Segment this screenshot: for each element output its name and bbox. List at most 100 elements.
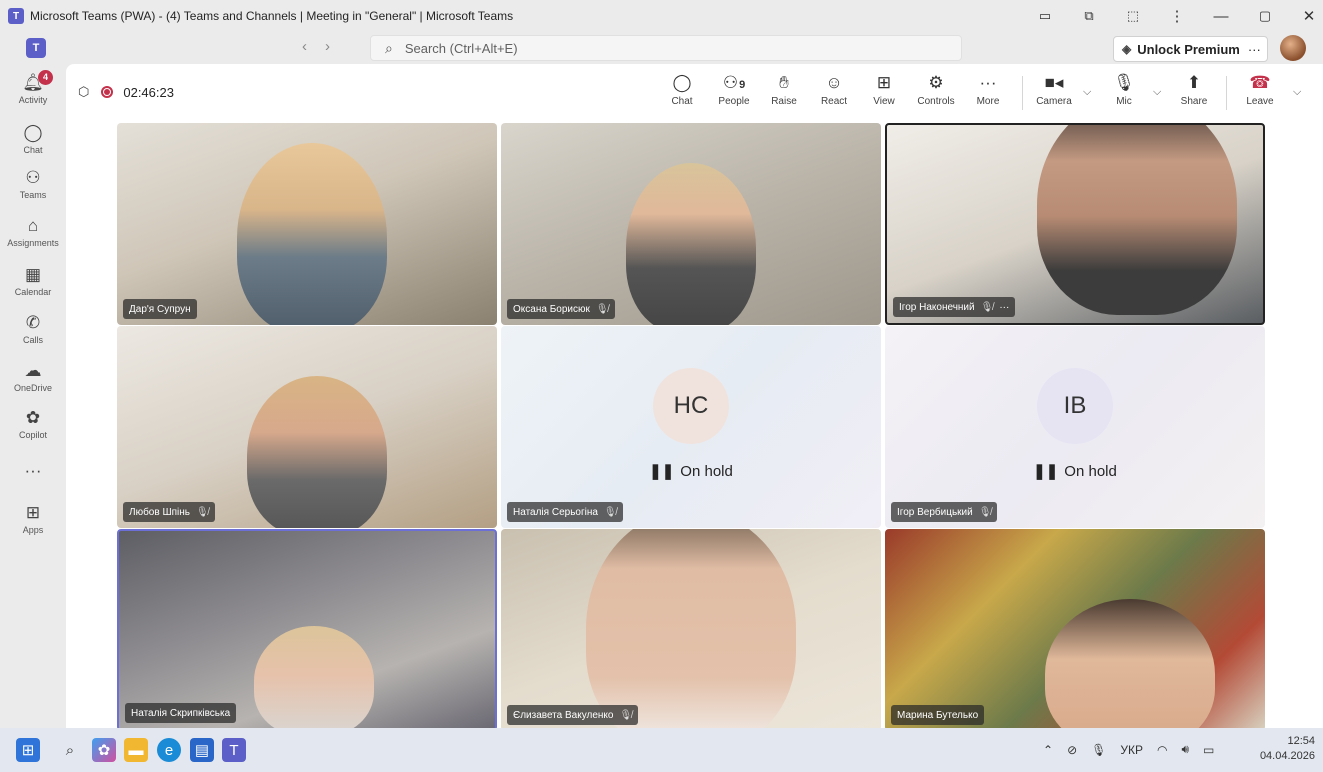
participant-tile[interactable]: Марина Бутелько <box>885 529 1265 731</box>
edge-browser-icon[interactable]: e <box>157 738 181 762</box>
mic-muted-icon: 🎙︎̸ <box>595 303 609 315</box>
camera-options-chevron-icon[interactable]: ⌵ <box>1083 86 1091 99</box>
chevron-up-icon[interactable]: ⌃ <box>1043 743 1053 757</box>
grid-icon: ⊞ <box>876 73 892 92</box>
camera-button[interactable]: ■◂ Camera <box>1032 72 1076 107</box>
mic-muted-icon: 🎙︎̸ <box>603 506 617 518</box>
mic-label: Mic <box>1116 96 1132 107</box>
share-button[interactable]: ⬆ Share <box>1172 72 1216 107</box>
pause-icon: ❚❚ <box>1033 463 1059 480</box>
rail-item-more[interactable]: ··· <box>0 462 66 483</box>
participant-name: Наталія Серьогіна <box>513 506 598 518</box>
teams-icon: ⚇ <box>25 168 41 187</box>
camera-app-icon[interactable]: ▭ <box>1023 8 1067 24</box>
copilot-icon: ✿ <box>25 408 41 427</box>
participant-name: Дар'я Супрун <box>129 303 191 315</box>
participant-video <box>1037 125 1237 315</box>
back-arrow-icon[interactable]: ‹ <box>302 38 325 55</box>
participant-tile-on-hold[interactable]: ІВ ❚❚ On hold Ігор Вербицький 🎙︎̸ <box>885 326 1265 528</box>
minimize-button[interactable]: — <box>1199 8 1243 25</box>
rail-label: Calls <box>22 335 43 345</box>
copilot-taskbar-icon[interactable]: ✿ <box>92 738 116 762</box>
user-avatar[interactable] <box>1280 35 1306 61</box>
participant-name: Ігор Наконечний <box>899 301 975 313</box>
participant-name-tag: Єлизавета Вакуленко 🎙︎̸ <box>507 705 639 725</box>
rail-label: Chat <box>23 145 43 155</box>
rail-label: Activity <box>18 95 48 105</box>
participant-name: Оксана Борисюк <box>513 303 590 315</box>
history-arrows: ‹› <box>302 38 348 55</box>
participant-video <box>254 626 374 729</box>
participant-video <box>1045 599 1215 731</box>
search-input[interactable]: ⌕ Search (Ctrl+Alt+E) <box>370 35 962 61</box>
battery-icon[interactable]: ▭ <box>1203 743 1214 757</box>
phone-icon: ✆ <box>25 313 41 332</box>
participant-tile[interactable]: Дар'я Супрун <box>117 123 497 325</box>
rail-item-calls[interactable]: ✆ Calls <box>0 313 66 346</box>
file-explorer-icon[interactable]: ▬ <box>124 738 148 762</box>
participant-video <box>237 143 387 325</box>
leave-button[interactable]: ☎ Leave <box>1238 72 1282 107</box>
calendar-icon: ▦ <box>24 265 42 284</box>
participant-name-tag: Ігор Наконечний 🎙︎̸ ··· <box>893 297 1016 317</box>
windows-start-icon[interactable]: ⊞ <box>16 738 40 762</box>
participant-tile[interactable]: Любов Шпінь 🎙︎̸ <box>117 326 497 528</box>
input-language[interactable]: УКР <box>1120 743 1143 757</box>
people-button[interactable]: ⚇9 People <box>712 72 756 107</box>
view-label: View <box>873 96 895 107</box>
participant-tile[interactable]: Єлизавета Вакуленко 🎙︎̸ <box>501 529 881 731</box>
rail-item-chat[interactable]: ◯ Chat <box>0 124 66 156</box>
chat-button[interactable]: ◯ Chat <box>660 72 704 107</box>
leave-options-chevron-icon[interactable]: ⌵ <box>1293 86 1301 99</box>
controls-button[interactable]: ⚙ Controls <box>914 72 958 107</box>
rail-item-onedrive[interactable]: ☁ OneDrive <box>0 362 66 394</box>
window-title-bar: T Microsoft Teams (PWA) - (4) Teams and … <box>0 0 1323 32</box>
restore-button[interactable]: ▢ <box>1243 8 1287 24</box>
participant-name-tag: Наталія Серьогіна 🎙︎̸ <box>507 502 623 522</box>
extensions-icon[interactable]: ⬚ <box>1111 8 1155 24</box>
more-button[interactable]: ··· More <box>966 72 1010 107</box>
translate-icon[interactable]: ⧉ <box>1067 8 1111 24</box>
participant-tile-active-speaker[interactable]: Ігор Наконечний 🎙︎̸ ··· <box>885 123 1265 325</box>
wifi-icon[interactable]: ◠ <box>1157 743 1167 757</box>
participant-tile-speaking[interactable]: Наталія Скрипківська <box>117 529 497 731</box>
react-button[interactable]: ☺ React <box>812 72 856 107</box>
rail-item-copilot[interactable]: ✿ Copilot <box>0 408 66 441</box>
rail-label: Calendar <box>14 287 52 297</box>
on-hold-label: On hold <box>680 463 733 480</box>
search-icon[interactable]: ⌕ <box>58 738 82 762</box>
microphone-tray-icon[interactable]: 🎙︎ <box>1091 743 1106 757</box>
forward-arrow-icon[interactable]: › <box>325 38 348 55</box>
mic-muted-icon: 🎙︎̸ <box>619 709 633 721</box>
tile-more-icon[interactable]: ··· <box>999 302 1009 313</box>
close-button[interactable]: ✕ <box>1287 7 1323 25</box>
menu-icon[interactable]: ⋮ <box>1155 7 1199 25</box>
mic-muted-icon: 🎙︎̸ <box>195 506 209 518</box>
participant-tile[interactable]: Оксана Борисюк 🎙︎̸ <box>501 123 881 325</box>
store-icon[interactable]: ▤ <box>190 738 214 762</box>
raise-hand-button[interactable]: ✋︎ Raise <box>762 72 806 107</box>
windows-taskbar: ⊞ ⌕ ✿ ▬ e ▤ T ⌃ ⊘ 🎙︎ УКР ◠ 🔊︎ ▭ 12:54 04… <box>0 728 1323 772</box>
network-off-icon[interactable]: ⊘ <box>1067 743 1077 757</box>
mic-button[interactable]: 🎙︎ Mic <box>1102 72 1146 107</box>
participant-video <box>247 376 387 528</box>
rail-item-assignments[interactable]: ⌂ Assignments <box>0 217 66 249</box>
more-options-icon[interactable]: ··· <box>1248 42 1261 57</box>
rail-label: Apps <box>22 525 44 535</box>
participant-tile-on-hold[interactable]: НС ❚❚ On hold Наталія Серьогіна 🎙︎̸ <box>501 326 881 528</box>
participant-name-tag: Марина Бутелько <box>891 705 985 725</box>
shield-icon: ⬡ <box>78 84 90 99</box>
rail-item-activity[interactable]: 🔔︎ 4 Activity <box>0 70 66 105</box>
mic-options-chevron-icon[interactable]: ⌵ <box>1153 86 1161 99</box>
chat-label: Chat <box>671 96 693 107</box>
meeting-stage: ⬡ 02:46:23 ◯ Chat ⚇9 People ✋︎ Raise ☺ R… <box>66 64 1323 731</box>
rail-item-apps[interactable]: ⊞ Apps <box>0 504 66 536</box>
system-clock[interactable]: 12:54 04.04.2026 <box>1260 734 1315 764</box>
teams-taskbar-icon[interactable]: T <box>222 738 246 762</box>
rail-item-teams[interactable]: ⚇ Teams <box>0 168 66 201</box>
unlock-premium-button[interactable]: ◈ Unlock Premium ··· <box>1113 36 1268 62</box>
rail-item-calendar[interactable]: ▦ Calendar <box>0 265 66 298</box>
view-button[interactable]: ⊞ View <box>862 72 906 107</box>
teams-logo[interactable]: T <box>26 38 46 58</box>
volume-icon[interactable]: 🔊︎ <box>1181 742 1189 757</box>
